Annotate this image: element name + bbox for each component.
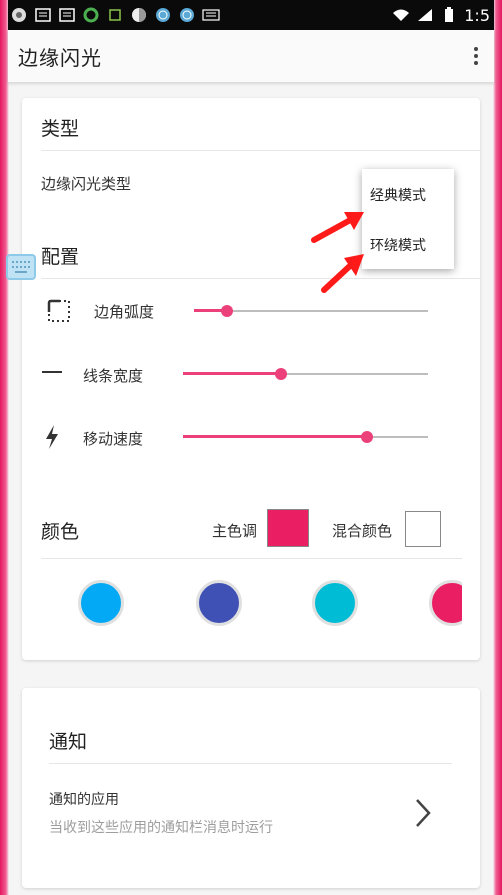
divider <box>41 278 480 279</box>
battery-icon <box>440 7 458 23</box>
status-icons <box>8 7 220 23</box>
notification-icon <box>58 7 76 23</box>
corner-radius-label: 边角弧度 <box>94 303 155 321</box>
move-speed-slider[interactable] <box>183 430 428 444</box>
globe-icon <box>154 7 172 23</box>
palette-color[interactable] <box>312 580 358 626</box>
type-label: 边缘闪光类型 <box>41 175 132 193</box>
move-speed-label: 移动速度 <box>83 430 144 448</box>
signal-icon <box>416 7 434 23</box>
line-width-label: 线条宽度 <box>83 367 144 385</box>
primary-color-label: 主色调 <box>212 522 258 540</box>
status-time: 1:5 <box>464 5 490 25</box>
status-bar: 1:5 <box>8 0 494 30</box>
color-section-title: 颜色 <box>41 521 80 543</box>
arrow-annotation-icon <box>320 252 368 298</box>
palette-color[interactable] <box>429 580 462 626</box>
app-bar: 边缘闪光 <box>8 30 494 82</box>
menu-item-surround[interactable]: 环绕模式 <box>362 219 454 269</box>
corner-radius-slider[interactable] <box>194 304 428 318</box>
usb-icon <box>106 7 124 23</box>
chevron-right-icon <box>414 798 432 832</box>
divider <box>49 763 452 764</box>
notification-card: 通知 通知的应用 当收到这些应用的通知栏消息时运行 <box>22 688 480 888</box>
notify-apps-row[interactable]: 通知的应用 当收到这些应用的通知栏消息时运行 <box>22 778 480 848</box>
browser-icon <box>82 7 100 23</box>
notify-apps-title: 通知的应用 <box>49 792 119 808</box>
notification-icon <box>34 7 52 23</box>
arrow-annotation-icon <box>310 208 368 248</box>
globe-icon <box>178 7 196 23</box>
app-title: 边缘闪光 <box>18 45 102 70</box>
keyboard-icon <box>202 7 220 23</box>
divider <box>41 150 480 151</box>
floating-keyboard-icon[interactable] <box>6 254 36 280</box>
config-section-title: 配置 <box>41 246 80 268</box>
status-right: 1:5 <box>392 6 494 25</box>
type-section-title: 类型 <box>41 118 80 140</box>
rounded-corner-icon <box>46 298 72 328</box>
overflow-menu-icon[interactable] <box>466 41 486 71</box>
type-dropdown-menu: 经典模式 环绕模式 <box>362 169 454 269</box>
lightning-icon <box>44 424 60 454</box>
primary-color-swatch[interactable] <box>267 509 309 547</box>
menu-item-classic[interactable]: 经典模式 <box>362 169 454 219</box>
color-palette <box>22 578 462 638</box>
line-width-icon <box>42 364 64 383</box>
sync-icon <box>130 7 148 23</box>
palette-color[interactable] <box>78 580 124 626</box>
wifi-icon <box>392 7 410 23</box>
menu-item-label: 环绕模式 <box>370 238 426 254</box>
notify-section-title: 通知 <box>49 731 88 753</box>
screen: 1:5 边缘闪光 类型 边缘闪光类型 配置 边角弧度 线条宽度 移动速度 颜色 … <box>0 0 502 895</box>
palette-color[interactable] <box>196 580 242 626</box>
line-width-slider[interactable] <box>183 367 428 381</box>
divider <box>41 558 462 559</box>
app-icon <box>10 7 28 23</box>
mix-color-swatch[interactable] <box>405 511 441 547</box>
mix-color-label: 混合颜色 <box>332 522 393 540</box>
notify-apps-subtitle: 当收到这些应用的通知栏消息时运行 <box>49 820 273 836</box>
menu-item-label: 经典模式 <box>370 188 426 204</box>
